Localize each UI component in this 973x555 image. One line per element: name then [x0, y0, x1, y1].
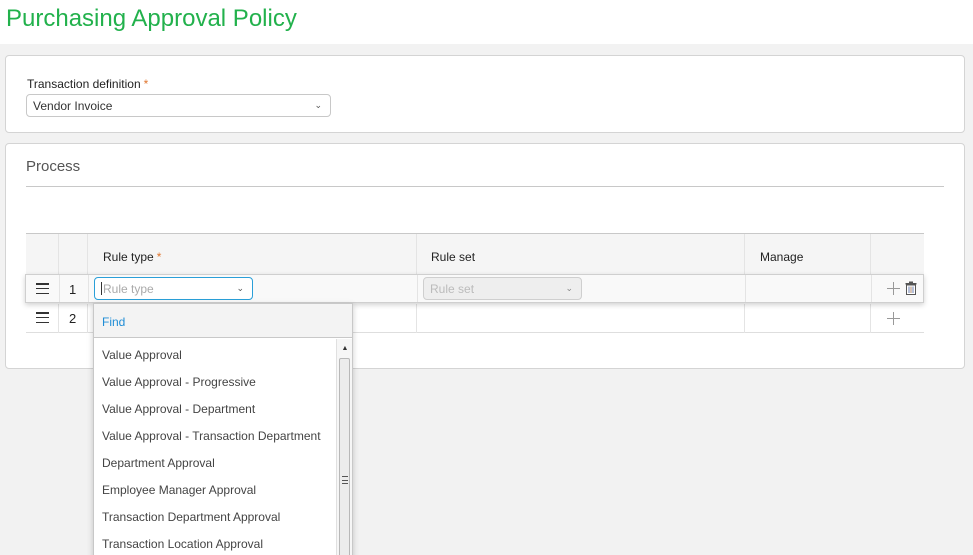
add-row-icon[interactable] — [887, 312, 900, 325]
dropdown-option[interactable]: Department Approval — [94, 447, 337, 474]
row-number: 2 — [69, 311, 77, 326]
column-header-rule-type[interactable]: Rule type * — [103, 250, 161, 264]
dropdown-options-list: Value Approval Value Approval - Progress… — [94, 339, 337, 555]
page-title: Purchasing Approval Policy — [6, 5, 297, 32]
rule-set-placeholder: Rule set — [430, 281, 475, 296]
column-divider — [870, 304, 871, 333]
transaction-definition-card: Transaction definition * Vendor Invoice ⌄ — [5, 55, 965, 133]
drag-handle-icon[interactable] — [36, 312, 49, 323]
grid-header: Rule type * Rule set Manage — [26, 233, 924, 275]
rule-type-select[interactable]: Rule type ⌄ — [94, 277, 253, 300]
dropdown-option[interactable]: Value Approval - Transaction Department — [94, 420, 337, 447]
section-divider — [26, 186, 944, 187]
drag-handle-icon[interactable] — [36, 283, 49, 294]
scrollbar-thumb[interactable] — [339, 358, 350, 555]
column-divider — [59, 275, 60, 302]
column-divider — [58, 304, 59, 333]
grip-icon — [342, 476, 348, 484]
dropdown-option[interactable]: Value Approval - Progressive — [94, 366, 337, 393]
column-divider — [744, 304, 745, 333]
column-divider — [416, 304, 417, 333]
dropdown-option[interactable]: Value Approval — [94, 339, 337, 366]
transaction-definition-label-text: Transaction definition — [27, 77, 141, 91]
text-cursor — [101, 282, 102, 295]
column-divider — [745, 275, 746, 302]
dropdown-option[interactable]: Transaction Location Approval — [94, 528, 337, 555]
column-divider — [417, 275, 418, 302]
table-row: 1 Rule type ⌄ Rule set ⌄ — [25, 274, 924, 303]
column-header-rule-set[interactable]: Rule set — [431, 250, 475, 264]
required-marker: * — [156, 250, 162, 264]
column-header-manage[interactable]: Manage — [760, 250, 803, 264]
rule-type-placeholder: Rule type — [103, 281, 154, 296]
chevron-down-icon: ⌄ — [236, 282, 244, 293]
transaction-definition-value: Vendor Invoice — [33, 98, 113, 113]
column-divider — [744, 234, 745, 275]
column-divider — [87, 234, 88, 275]
find-option[interactable]: Find — [94, 304, 352, 338]
transaction-definition-select[interactable]: Vendor Invoice ⌄ — [26, 94, 331, 117]
dropdown-scrollbar[interactable]: ▲ — [336, 339, 352, 555]
dropdown-option[interactable]: Employee Manager Approval — [94, 474, 337, 501]
column-divider — [870, 234, 871, 275]
dropdown-option[interactable]: Value Approval - Department — [94, 393, 337, 420]
column-divider — [871, 275, 872, 302]
rule-type-dropdown: Find Value Approval Value Approval - Pro… — [93, 303, 353, 555]
column-divider — [87, 304, 88, 333]
required-marker: * — [143, 77, 149, 91]
column-divider — [416, 234, 417, 275]
process-section-title: Process — [26, 158, 81, 175]
page-header: Purchasing Approval Policy — [0, 0, 973, 44]
chevron-down-icon: ⌄ — [565, 282, 573, 293]
column-divider — [88, 275, 89, 302]
rule-type-header-text: Rule type — [103, 250, 154, 264]
add-row-icon[interactable] — [887, 282, 900, 295]
dropdown-option[interactable]: Transaction Department Approval — [94, 501, 337, 528]
rule-set-select[interactable]: Rule set ⌄ — [423, 277, 582, 300]
chevron-down-icon: ⌄ — [314, 99, 322, 110]
column-divider — [58, 234, 59, 275]
trash-icon[interactable] — [905, 281, 917, 295]
row-number: 1 — [69, 282, 77, 297]
scroll-up-icon[interactable]: ▲ — [337, 339, 353, 357]
transaction-definition-label: Transaction definition * — [27, 77, 148, 91]
